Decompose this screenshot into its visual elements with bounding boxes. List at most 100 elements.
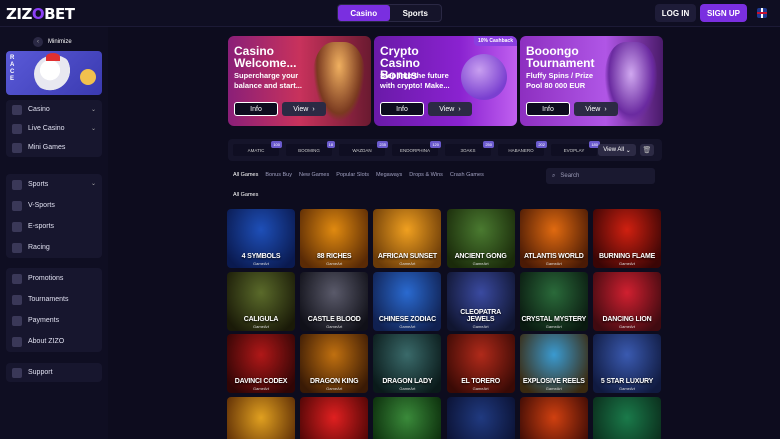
tab-all-games[interactable]: All Games: [233, 172, 258, 178]
sidebar-item-sports[interactable]: Sports ⌄: [6, 174, 102, 195]
provider-amatic[interactable]: AMATIC 100: [233, 141, 282, 156]
banner-crypto-bonus[interactable]: 10% Cashback Crypto Casino Bonus Step in…: [374, 36, 517, 126]
banner-view-button[interactable]: View ›: [428, 102, 472, 116]
race-label: RACE: [10, 55, 15, 82]
provider-endorphina[interactable]: ENDORPHINA 120: [392, 141, 441, 156]
provider-count: 235: [377, 141, 388, 148]
game-title: EXPLOSIVE REELS: [522, 378, 585, 385]
game-provider: GameArt: [545, 386, 562, 391]
game-provider: GameArt: [399, 323, 416, 329]
casino-icon: [12, 104, 22, 115]
racing-icon: [12, 242, 22, 253]
game-card[interactable]: CRYSTAL MYSTERY GameArt: [519, 271, 588, 331]
casino-tab[interactable]: Casino: [338, 5, 390, 21]
tab-new-games[interactable]: New Games: [299, 172, 329, 178]
provider-count: 18: [326, 141, 335, 148]
game-card[interactable]: EL TORERO GameArt: [446, 334, 515, 393]
game-card[interactable]: DRAGON LADY GameArt: [373, 334, 442, 393]
tab-drops-wins[interactable]: Drops & Wins: [409, 172, 443, 178]
banner-desc: Fluffy Spins / Prize Pool 80 000 EUR: [526, 71, 594, 90]
provider-name: HABANERO: [508, 147, 534, 153]
game-card[interactable]: CASTLE BLOOD GameArt: [300, 271, 369, 331]
game-card[interactable]: FORTUNE PANDAGameArt: [373, 396, 442, 439]
nav-group-info: Promotions Tournaments Payments About ZI…: [6, 268, 102, 352]
provider-habanero[interactable]: HABANERO 202: [498, 141, 547, 156]
game-card[interactable]: DRAGON KING GameArt: [300, 334, 369, 393]
game-card[interactable]: CHINESE ZODIAC GameArt: [373, 271, 442, 331]
sidebar-item-live-casino[interactable]: Live Casino ⌄: [6, 119, 102, 138]
tab-bonus-buy[interactable]: Bonus Buy: [265, 172, 292, 178]
game-title: DRAGON KING: [310, 378, 359, 385]
sidebar-item-v-sports[interactable]: V-Sports: [6, 195, 102, 216]
game-card[interactable]: CALIGULA GameArt: [227, 271, 295, 331]
chicken-comb: [46, 53, 60, 61]
provider-3oaks[interactable]: 3OAKS 250: [445, 141, 494, 156]
casino-sports-toggle: Casino Sports: [337, 4, 442, 22]
sidebar-item-e-sports[interactable]: E-sports: [6, 216, 102, 237]
game-card[interactable]: ATLANTIS WORLD GameArt: [519, 209, 588, 268]
game-provider: GameArt: [545, 323, 562, 329]
trash-icon[interactable]: 🗑: [640, 144, 654, 156]
game-title: 4 SYMBOLS: [241, 253, 281, 260]
tab-megaways[interactable]: Megaways: [376, 172, 402, 178]
game-card[interactable]: FLAMING REELSGameArt: [227, 396, 295, 439]
game-card[interactable]: CLEOPATRA JEWELS GameArt: [446, 271, 515, 331]
sidebar-item-support[interactable]: Support: [6, 363, 102, 382]
game-card[interactable]: EXPLOSIVE REELS GameArt: [519, 334, 588, 393]
search-input[interactable]: ⌕ Search: [546, 168, 655, 184]
game-provider: GameArt: [252, 323, 269, 329]
banner-info-button[interactable]: Info: [380, 102, 424, 116]
sidebar-item-label: Racing: [28, 244, 50, 251]
game-card[interactable]: ANCIENT GONG GameArt: [446, 209, 515, 268]
banner-view-button[interactable]: View ›: [574, 102, 618, 116]
game-card[interactable]: 4 SYMBOLS GameArt: [227, 209, 295, 268]
game-card[interactable]: 88 RICHES GameArt: [300, 209, 369, 268]
game-title: 5 STAR LUXURY: [600, 378, 654, 385]
game-provider: GameArt: [472, 323, 489, 329]
banner-info-button[interactable]: Info: [526, 102, 570, 116]
game-card[interactable]: GOLD OF RAGameArt: [446, 396, 515, 439]
minimize-button[interactable]: ‹ Minimize: [33, 37, 72, 47]
game-provider: GameArt: [399, 386, 416, 391]
view-all-label: View All: [603, 147, 625, 153]
provider-evoplay[interactable]: EVOPLAY 180: [551, 141, 600, 156]
chevron-right-icon: ›: [312, 105, 315, 113]
view-all-dropdown[interactable]: View All ⌄: [598, 144, 636, 156]
v-sports-icon: [12, 200, 22, 211]
game-card[interactable]: BURNING FLAME GameArt: [593, 209, 661, 268]
sidebar-item-tournaments[interactable]: Tournaments: [6, 289, 102, 310]
banner-view-button[interactable]: View ›: [282, 102, 326, 116]
zizobet-logo[interactable]: ZIZOBET: [6, 5, 75, 23]
chevron-down-icon: ⌄: [90, 181, 96, 187]
banner-info-button[interactable]: Info: [234, 102, 278, 116]
search-icon: ⌕: [552, 172, 556, 179]
sidebar-item-racing[interactable]: Racing: [6, 237, 102, 258]
race-promo-banner[interactable]: RACE: [6, 51, 102, 95]
nav-group-sports: Sports ⌄ V-Sports E-sports Racing: [6, 174, 102, 258]
sidebar-item-payments[interactable]: Payments: [6, 310, 102, 331]
banner-casino-welcome[interactable]: Casino Welcome... Supercharge your balan…: [228, 36, 371, 126]
provider-booming[interactable]: BOOMING 18: [286, 141, 335, 156]
login-button[interactable]: LOG IN: [655, 4, 696, 22]
game-title: BURNING FLAME: [598, 253, 656, 260]
signup-button[interactable]: SIGN UP: [700, 4, 747, 22]
game-card[interactable]: DAVINCI CODEX GameArt: [227, 334, 295, 393]
sidebar-item-casino[interactable]: Casino ⌄: [6, 100, 102, 119]
tab-popular-slots[interactable]: Popular Slots: [336, 172, 369, 178]
sidebar-item-promotions[interactable]: Promotions: [6, 268, 102, 289]
provider-wazdan[interactable]: WAZDAN 235: [339, 141, 388, 156]
game-title: 88 RICHES: [316, 253, 352, 260]
game-card[interactable]: AFRICAN SUNSET GameArt: [373, 209, 442, 268]
sidebar-item-mini-games[interactable]: Mini Games: [6, 138, 102, 157]
sports-tab[interactable]: Sports: [390, 5, 442, 21]
provider-name: EVOPLAY: [563, 147, 585, 153]
sidebar-item-about[interactable]: About ZIZO: [6, 331, 102, 352]
game-card[interactable]: 5 STAR LUXURY GameArt: [593, 334, 661, 393]
game-card[interactable]: FORTUNE LIONSGameArt: [300, 396, 369, 439]
game-card[interactable]: GOLDEN DRAGONGameArt: [519, 396, 588, 439]
game-card[interactable]: JADE TREASUREGameArt: [593, 396, 661, 439]
uk-flag-icon[interactable]: [757, 8, 767, 18]
banner-booongo-tournament[interactable]: Booongo Tournament Fluffy Spins / Prize …: [520, 36, 663, 126]
game-card[interactable]: DANCING LION GameArt: [593, 271, 661, 331]
tab-crash-games[interactable]: Crash Games: [450, 172, 484, 178]
